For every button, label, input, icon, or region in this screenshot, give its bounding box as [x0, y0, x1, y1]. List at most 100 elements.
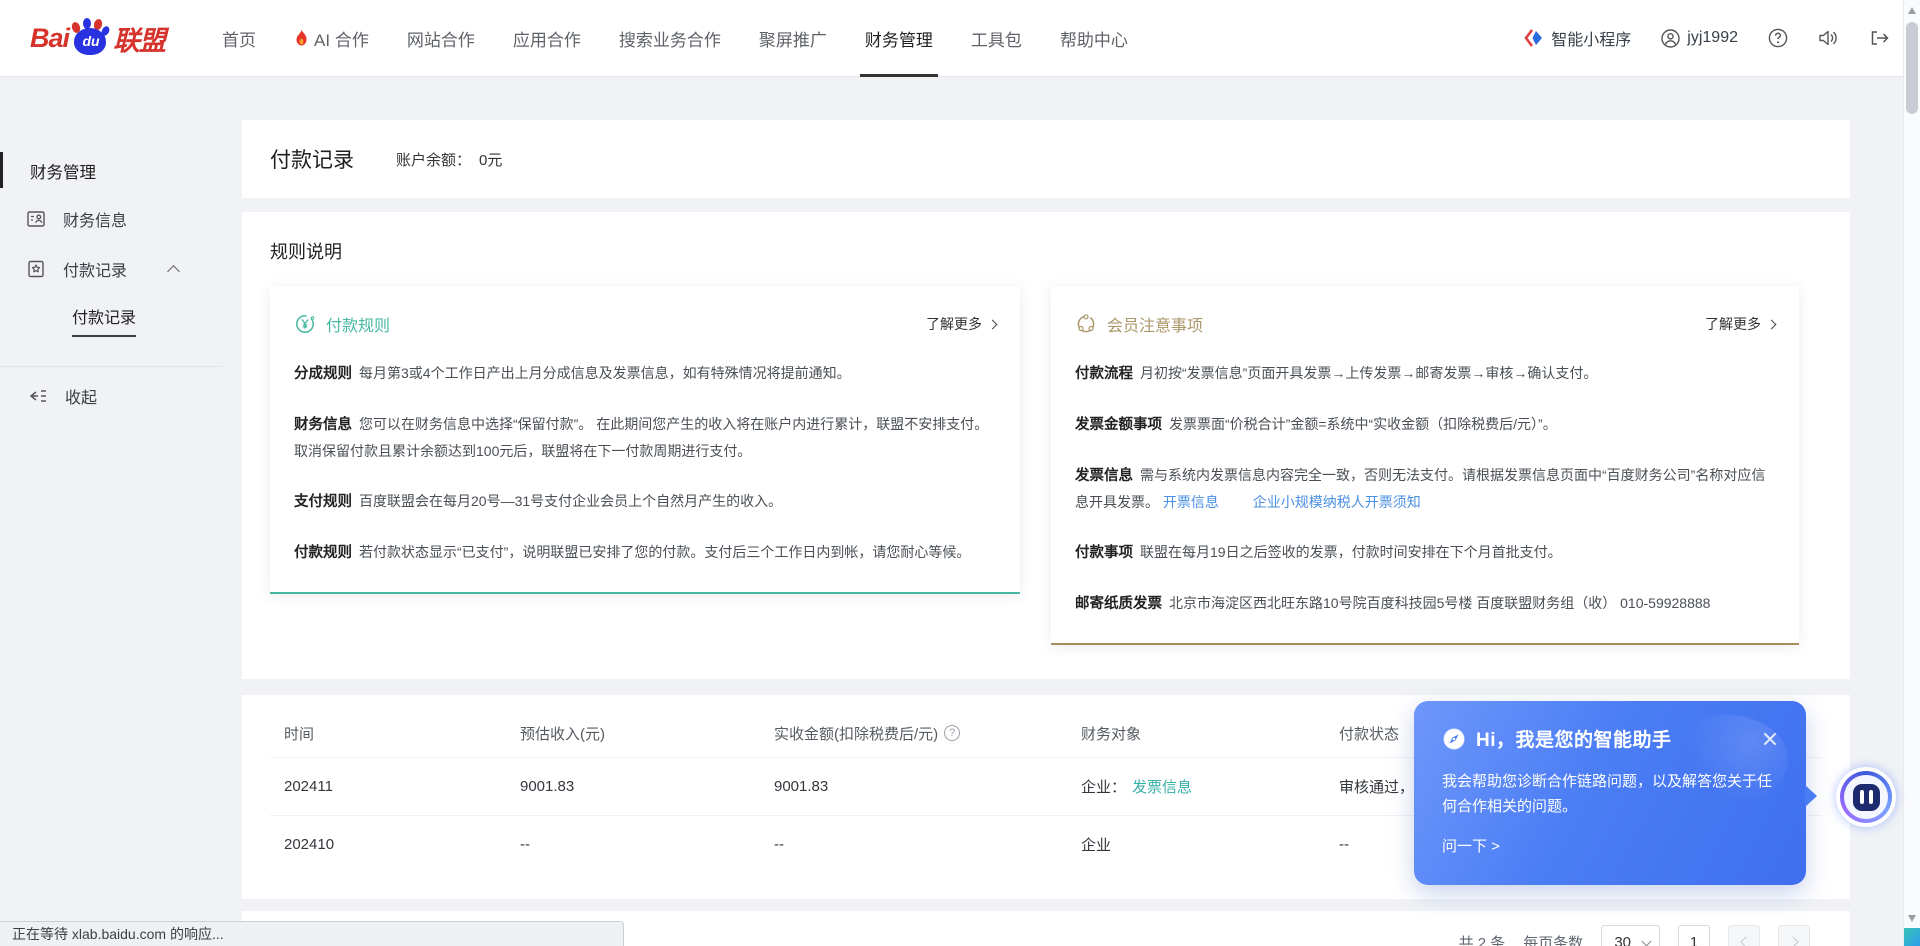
assistant-fab-button[interactable]	[1836, 767, 1896, 827]
sidebar-subitem-payment-record[interactable]: 付款记录	[0, 294, 222, 346]
nav-item-website-cooperation[interactable]: 网站合作	[388, 0, 494, 77]
per-page-value: 30	[1614, 934, 1631, 946]
assistant-message: 我会帮助您诊断合作链路问题，以及解答您关于任何合作相关的问题。	[1442, 769, 1782, 819]
rule-text: 百度联盟会在每月20号—31号支付企业会员上个自然月产生的收入。	[359, 493, 782, 509]
sound-button[interactable]	[1818, 28, 1839, 48]
rule-paragraph: 分成规则每月第3或4个工作日产出上月分成信息及发票信息，如有特殊情况将提前通知。	[294, 360, 996, 387]
rule-label: 付款规则	[294, 545, 352, 561]
info-icon[interactable]: ?	[944, 725, 960, 741]
rule-paragraph: 发票金额事项发票票面“价税合计”金额=系统中“实收金额（扣除税费后/元）”。	[1075, 411, 1775, 438]
small-taxpayer-guide-link[interactable]: 企业小规模纳税人开票须知	[1253, 494, 1421, 510]
cell-entity: 企业	[1081, 834, 1339, 855]
next-page-button[interactable]	[1778, 925, 1810, 946]
fab-ring	[1840, 771, 1892, 823]
column-header-finance-entity: 财务对象	[1081, 723, 1339, 744]
status-text: 正在等待 xlab.baidu.com 的响应...	[12, 924, 224, 944]
miniprogram-logo-icon	[1524, 28, 1544, 48]
fab-inner	[1844, 775, 1888, 819]
baidu-union-logo[interactable]: Bai du 联盟	[30, 18, 165, 58]
per-page-label: 每页条数	[1523, 925, 1583, 946]
help-button[interactable]	[1768, 28, 1788, 48]
nav-label: 搜索业务合作	[619, 26, 721, 51]
member-group-icon	[1075, 313, 1097, 335]
finance-info-icon	[26, 209, 46, 229]
sidebar-item-payment-record[interactable]: 付款记录	[0, 244, 222, 294]
robot-face-icon	[1853, 784, 1880, 811]
logout-button[interactable]	[1869, 28, 1890, 48]
nav-item-ai-cooperation[interactable]: AI 合作	[275, 0, 388, 77]
sidebar-collapse-button[interactable]: 收起	[0, 367, 222, 425]
nav-label: 首页	[222, 26, 256, 51]
collapse-label: 收起	[65, 384, 97, 408]
scroll-down-arrow-icon[interactable]	[1908, 915, 1916, 922]
scrollbar-corner-widget	[1904, 928, 1920, 946]
browser-status-bar: 正在等待 xlab.baidu.com 的响应...	[0, 921, 624, 946]
chevron-up-icon	[167, 265, 180, 278]
account-balance-value: 0元	[479, 149, 502, 170]
account-balance-label: 账户余额：	[396, 149, 471, 170]
sidebar-subitem-label: 付款记录	[72, 304, 136, 337]
page-number-button[interactable]: 1	[1678, 925, 1710, 946]
member-notes-card: 会员注意事项 了解更多 付款流程月初按“发票信息”页面开具发票→上传发票→邮寄发…	[1051, 286, 1799, 645]
rule-paragraph: 付款流程月初按“发票信息”页面开具发票→上传发票→邮寄发票→审核→确认支付。	[1075, 360, 1775, 387]
user-account[interactable]: jyj1992	[1661, 29, 1738, 48]
collapse-icon	[28, 388, 48, 404]
payment-rules-more-link[interactable]: 了解更多	[926, 314, 996, 334]
rule-text: 您可以在财务信息中选择“保留付款”。 在此期间您产生的收入将在账户内进行累计，联…	[294, 416, 988, 459]
nav-item-help-center[interactable]: 帮助中心	[1041, 0, 1147, 77]
rule-label: 财务信息	[294, 417, 352, 433]
nav-label: 网站合作	[407, 26, 475, 51]
rule-paragraph: 付款规则若付款状态显示“已支付”，说明联盟已安排了您的付款。支付后三个工作日内到…	[294, 539, 996, 566]
rule-label: 发票信息	[1075, 468, 1133, 484]
page-title: 付款记录	[270, 144, 354, 174]
assistant-popup: Hi，我是您的智能助手 我会帮助您诊断合作链路问题，以及解答您关于任何合作相关的…	[1414, 701, 1806, 885]
baidu-paw-icon: du	[71, 18, 111, 58]
invoice-info-link[interactable]: 开票信息	[1163, 494, 1219, 510]
popup-arrow	[1805, 785, 1817, 807]
nav-item-home[interactable]: 首页	[203, 0, 275, 77]
rules-section: 规则说明 付款规则 了解更多 分成规则每月第3或4个工作日产	[242, 212, 1850, 679]
sidebar-item-label: 财务信息	[63, 207, 127, 231]
nav-item-app-cooperation[interactable]: 应用合作	[494, 0, 600, 77]
logo-text-du: du	[71, 33, 111, 49]
rule-text: 月初按“发票信息”页面开具发票→上传发票→邮寄发票→审核→确认支付。	[1140, 365, 1597, 381]
nav-item-toolkit[interactable]: 工具包	[952, 0, 1041, 77]
invoice-info-row-link[interactable]: 发票信息	[1132, 776, 1192, 797]
rule-paragraph: 邮寄纸质发票北京市海淀区西北旺东路10号院百度科技园5号楼 百度联盟财务组（收）…	[1075, 590, 1775, 617]
member-notes-more-link[interactable]: 了解更多	[1705, 314, 1775, 334]
nav-label: 财务管理	[865, 26, 933, 51]
close-icon[interactable]	[1762, 731, 1778, 747]
rule-label: 邮寄纸质发票	[1075, 596, 1162, 612]
scrollbar-thumb[interactable]	[1906, 22, 1918, 114]
nav-item-screen-promotion[interactable]: 聚屏推广	[740, 0, 846, 77]
chevron-right-icon	[988, 319, 998, 329]
sidebar-item-finance-info[interactable]: 财务信息	[0, 194, 222, 244]
ask-now-link[interactable]: 问一下 >	[1442, 835, 1500, 856]
sidebar-item-label: 付款记录	[63, 257, 127, 281]
nav-item-finance-management[interactable]: 财务管理	[846, 0, 952, 77]
cell-actual: --	[774, 836, 1081, 853]
cell-actual: 9001.83	[774, 778, 1081, 795]
rule-paragraph: 发票信息需与系统内发票信息内容完全一致，否则无法支付。请根据发票信息页面中“百度…	[1075, 462, 1775, 515]
smart-miniprogram-link[interactable]: 智能小程序	[1524, 26, 1631, 50]
cell-time: 202410	[284, 836, 520, 853]
per-page-select[interactable]: 30	[1601, 925, 1660, 946]
scroll-up-arrow-icon[interactable]	[1908, 7, 1916, 14]
rule-text: 北京市海淀区西北旺东路10号院百度科技园5号楼 百度联盟财务组（收） 010-5…	[1169, 595, 1710, 611]
rule-label: 支付规则	[294, 494, 352, 510]
more-label: 了解更多	[1705, 314, 1761, 334]
username-label: jyj1992	[1687, 29, 1738, 47]
chevron-right-icon	[1767, 319, 1777, 329]
cell-estimated: --	[520, 836, 774, 853]
vertical-scrollbar[interactable]	[1903, 0, 1920, 946]
sidebar-section-finance-management[interactable]: 财务管理	[0, 148, 222, 194]
logout-icon	[1869, 28, 1890, 48]
rule-paragraph: 付款事项联盟在每月19日之后签收的发票，付款时间安排在下个月首批支付。	[1075, 539, 1775, 566]
nav-item-search-business[interactable]: 搜索业务合作	[600, 0, 740, 77]
speaker-icon	[1818, 28, 1839, 48]
app-root: Bai du 联盟 首页 AI 合作 网站合作 应用合作	[0, 0, 1920, 946]
coin-yen-icon	[294, 313, 316, 335]
payment-record-icon	[26, 259, 46, 279]
rule-label: 发票金额事项	[1075, 417, 1162, 433]
previous-page-button[interactable]	[1728, 925, 1760, 946]
